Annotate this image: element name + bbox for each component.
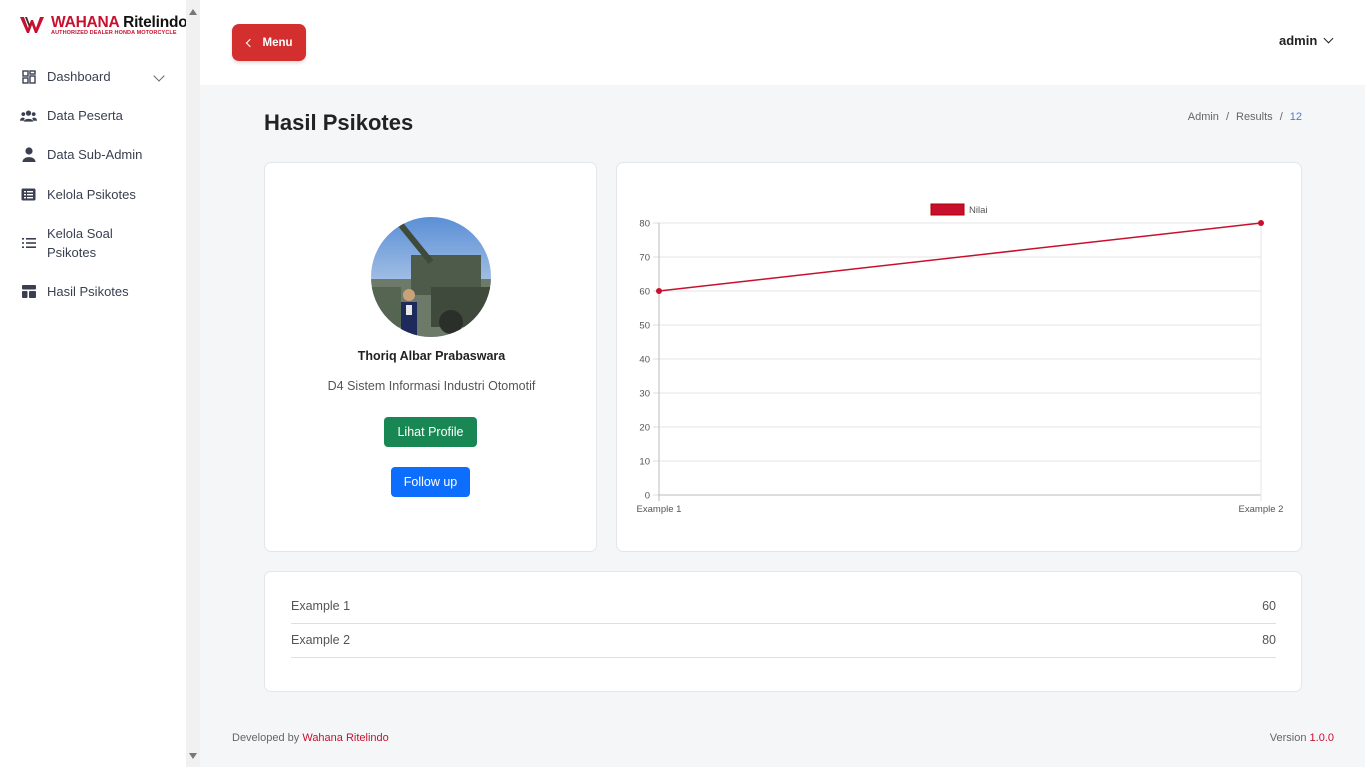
- chart-card: 0 10 20 30 40 50 60 70 80 Example 1 Example 2 Nilai: [616, 162, 1302, 552]
- y-tick-label: 60: [639, 287, 650, 298]
- sidebar-item-hasil-psikotes[interactable]: Hasil Psikotes: [20, 282, 129, 301]
- footer-brand-link[interactable]: Wahana Ritelindo: [302, 732, 388, 744]
- breadcrumb-results[interactable]: Results: [1236, 111, 1273, 123]
- sidebar-scrollbar[interactable]: [186, 0, 200, 767]
- table-row: Example 2 80: [291, 624, 1276, 658]
- row-value: 80: [1262, 633, 1276, 647]
- breadcrumb-current: 12: [1289, 111, 1302, 123]
- footer-version-number: 1.0.0: [1309, 732, 1334, 744]
- participant-name: Thoriq Albar Prabaswara: [357, 349, 506, 363]
- sidebar-content: WAHANA Ritelindo AUTHORIZED DEALER HONDA…: [0, 0, 188, 767]
- brand-logo[interactable]: WAHANA Ritelindo AUTHORIZED DEALER HONDA…: [20, 14, 188, 38]
- data-point: [1258, 220, 1264, 226]
- brand-name-dark: Ritelindo: [123, 14, 188, 31]
- sidebar-item-data-peserta[interactable]: Data Peserta: [20, 106, 123, 125]
- sidebar: WAHANA Ritelindo AUTHORIZED DEALER HONDA…: [0, 0, 200, 767]
- menu-button[interactable]: Menu: [232, 24, 306, 61]
- breadcrumb-separator: /: [1225, 111, 1229, 123]
- footer-version: Version 1.0.0: [1270, 732, 1334, 744]
- data-point: [656, 288, 662, 294]
- results-line-chart: 0 10 20 30 40 50 60 70 80 Example 1 Example 2 Nilai: [637, 203, 1284, 515]
- sidebar-item-data-sub-admin[interactable]: Data Sub-Admin: [20, 145, 142, 164]
- breadcrumb-separator: /: [1279, 111, 1283, 123]
- y-tick-label: 80: [639, 219, 650, 230]
- chevron-down-icon: [1323, 33, 1334, 44]
- participant-program: D4 Sistem Informasi Industri Otomotif: [327, 379, 536, 393]
- top-header: Menu admin: [200, 0, 1365, 85]
- brand-name: WAHANA Ritelindo: [51, 14, 188, 31]
- y-tick-label: 30: [639, 389, 650, 400]
- results-table: Example 1 60 Example 2 80: [264, 571, 1302, 692]
- y-tick-label: 20: [639, 423, 650, 434]
- sidebar-item-kelola-soal-psikotes[interactable]: Kelola Soal Psikotes: [20, 224, 130, 262]
- user-name: admin: [1279, 33, 1318, 48]
- sidebar-item-label: Data Peserta: [47, 108, 123, 123]
- follow-up-button[interactable]: Follow up: [391, 467, 470, 497]
- brand-tagline: AUTHORIZED DEALER HONDA MOTORCYCLE: [51, 30, 177, 36]
- list-box-icon: [20, 186, 37, 203]
- sidebar-item-label: Kelola Soal Psikotes: [47, 226, 113, 260]
- x-tick-label: Example 1: [637, 504, 682, 515]
- sidebar-item-label: Dashboard: [47, 69, 111, 84]
- users-icon: [20, 107, 37, 124]
- list-icon: [20, 235, 37, 252]
- sidebar-item-kelola-psikotes[interactable]: Kelola Psikotes: [20, 185, 136, 204]
- sidebar-item-label: Hasil Psikotes: [47, 284, 129, 299]
- x-tick-label: Example 2: [1239, 504, 1284, 515]
- menu-button-label: Menu: [262, 36, 293, 49]
- chevron-left-icon: [246, 38, 255, 47]
- sidebar-item-label: Data Sub-Admin: [47, 147, 143, 162]
- footer-developed-by: Developed by: [232, 732, 300, 744]
- table-row: Example 1 60: [291, 590, 1276, 624]
- scroll-up-arrow-icon[interactable]: [189, 9, 197, 15]
- row-label: Example 2: [291, 633, 351, 647]
- brand-name-red: WAHANA: [51, 14, 119, 31]
- row-label: Example 1: [291, 599, 351, 613]
- sidebar-item-dashboard[interactable]: Dashboard: [20, 67, 111, 86]
- y-tick-label: 70: [639, 253, 650, 264]
- breadcrumb: Admin / Results / 12: [1188, 111, 1302, 123]
- layout-icon: [20, 283, 37, 300]
- chevron-down-icon[interactable]: [153, 70, 165, 82]
- view-profile-button[interactable]: Lihat Profile: [384, 417, 477, 447]
- dashboard-grid-icon: [20, 68, 37, 85]
- y-tick-label: 50: [639, 321, 650, 332]
- legend-swatch: [930, 203, 965, 216]
- footer-credit: Developed by Wahana Ritelindo: [232, 732, 389, 744]
- profile-card: Thoriq Albar Prabaswara D4 Sistem Inform…: [264, 162, 597, 552]
- wahana-logo-icon: [20, 17, 44, 33]
- y-tick-label: 0: [645, 491, 650, 502]
- y-tick-label: 10: [639, 457, 650, 468]
- y-tick-label: 40: [639, 355, 650, 366]
- user-menu-dropdown[interactable]: admin: [1279, 33, 1334, 48]
- avatar: [371, 217, 491, 337]
- user-icon: [20, 146, 37, 163]
- row-value: 60: [1262, 599, 1276, 613]
- breadcrumb-admin[interactable]: Admin: [1188, 111, 1219, 123]
- footer-version-label: Version: [1269, 732, 1307, 744]
- sidebar-item-label: Kelola Psikotes: [47, 187, 136, 202]
- scroll-down-arrow-icon[interactable]: [189, 753, 197, 759]
- legend-label: Nilai: [969, 205, 987, 216]
- page-title: Hasil Psikotes: [264, 110, 414, 135]
